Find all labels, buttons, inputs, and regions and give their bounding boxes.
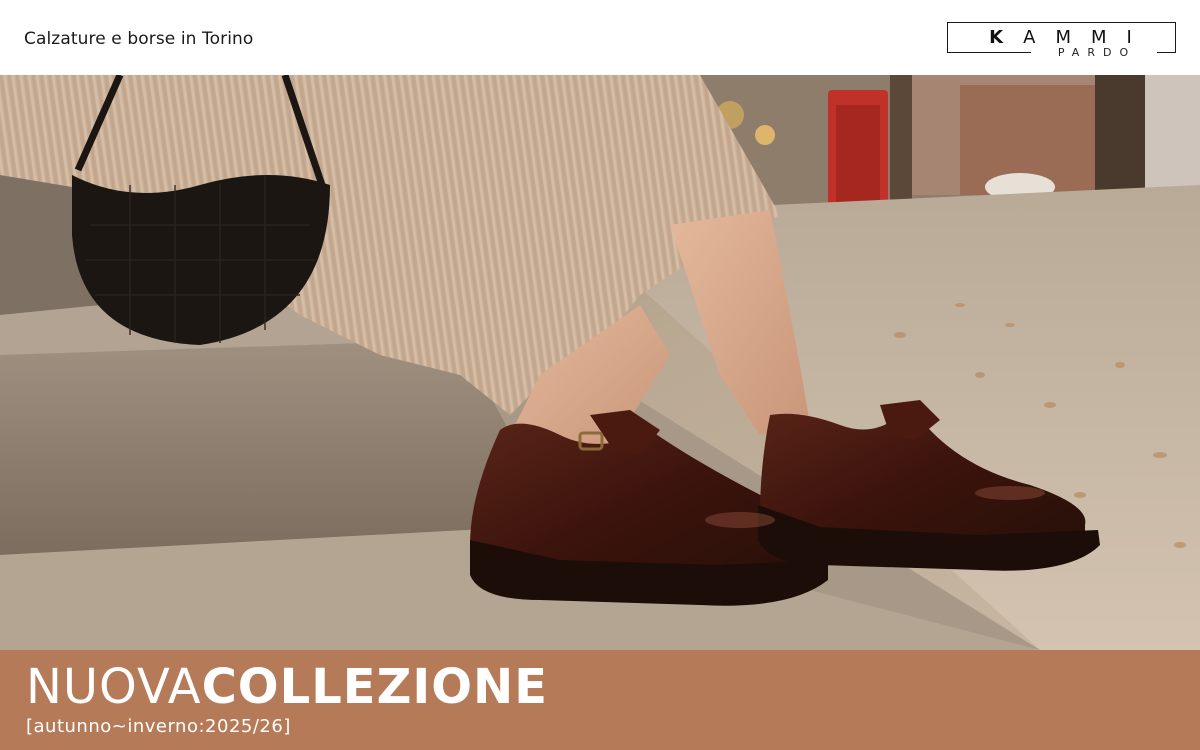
headline-light-part: NUOVA <box>26 659 202 715</box>
collection-season: [autunno~inverno:2025/26] <box>26 716 291 737</box>
logo-subtext: PARDO <box>1031 46 1157 60</box>
site-header: Calzature e borse in Torino KAMMI PARDO <box>0 0 1200 75</box>
collection-banner[interactable]: NUOVACOLLEZIONE [autunno~inverno:2025/26… <box>0 650 1200 750</box>
headline-bold-part: COLLEZIONE <box>201 659 548 715</box>
hero-illustration <box>0 75 1200 650</box>
brand-logo[interactable]: KAMMI PARDO <box>947 22 1176 62</box>
collection-headline: NUOVACOLLEZIONE <box>26 658 548 716</box>
header-tagline: Calzature e borse in Torino <box>24 29 254 49</box>
logo-wordmark: KAMMI <box>989 27 1152 48</box>
hero-image <box>0 75 1200 650</box>
